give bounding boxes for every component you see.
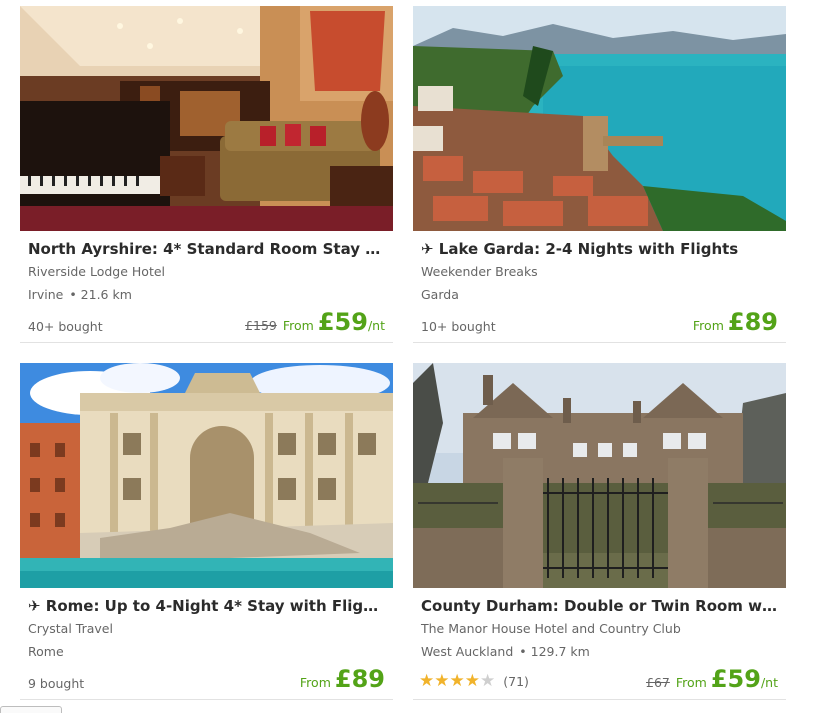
star-icon: ★: [449, 671, 465, 691]
deal-location: West Auckland • 129.7 km: [421, 644, 590, 659]
deal-card-north-ayrshire[interactable]: North Ayrshire: 4* Standard Room Stay wi…: [20, 6, 393, 343]
bought-count: 9 bought: [28, 676, 85, 691]
deal-title[interactable]: ✈ Rome: Up to 4-Night 4* Stay with Fligh…: [28, 597, 388, 615]
deal-merchant: The Manor House Hotel and Country Club: [421, 621, 681, 636]
location-name: Garda: [421, 287, 459, 302]
price-amount: £89: [727, 308, 778, 336]
deal-image-manor-house[interactable]: [413, 363, 786, 588]
deal-image-trevi-fountain[interactable]: [20, 363, 393, 588]
star-icon: ★: [464, 671, 480, 691]
deal-merchant: Weekender Breaks: [421, 264, 538, 279]
deal-image-lake-garda[interactable]: [413, 6, 786, 231]
location-name: Irvine: [28, 287, 64, 302]
per-night-label: /nt: [367, 318, 385, 333]
star-rating: ★ ★ ★ ★ ★ (71): [419, 673, 529, 690]
deal-card-lake-garda[interactable]: ✈ Lake Garda: 2-4 Nights with Flights We…: [413, 6, 786, 343]
deal-price: £67 From £59 /nt: [646, 665, 778, 693]
deal-merchant: Crystal Travel: [28, 621, 113, 636]
price-amount: £59: [317, 308, 368, 336]
from-label: From: [692, 318, 724, 333]
bought-count: 40+ bought: [28, 319, 103, 334]
deal-location: Rome: [28, 644, 64, 659]
deal-card-county-durham[interactable]: County Durham: Double or Twin Room with …: [413, 363, 786, 700]
original-price: £67: [646, 675, 670, 690]
deal-location: Irvine • 21.6 km: [28, 287, 132, 302]
star-empty-icon: ★: [480, 671, 496, 691]
from-label: From: [675, 675, 707, 690]
deal-price: From £89: [693, 308, 778, 336]
deal-image-hotel-lounge[interactable]: [20, 6, 393, 231]
star-icon: ★: [419, 671, 435, 691]
price-amount: £89: [334, 665, 385, 693]
location-distance: • 21.6 km: [69, 287, 132, 302]
from-label: From: [299, 675, 331, 690]
deal-title[interactable]: ✈ Lake Garda: 2-4 Nights with Flights: [421, 240, 781, 258]
deal-location: Garda: [421, 287, 459, 302]
review-count[interactable]: (71): [503, 674, 529, 689]
star-icon: ★: [434, 671, 450, 691]
deal-title[interactable]: County Durham: Double or Twin Room with …: [421, 597, 781, 615]
deal-merchant: Riverside Lodge Hotel: [28, 264, 166, 279]
from-label: From: [282, 318, 314, 333]
deal-title[interactable]: North Ayrshire: 4* Standard Room Stay wi…: [28, 240, 388, 258]
deal-card-rome[interactable]: ✈ Rome: Up to 4-Night 4* Stay with Fligh…: [20, 363, 393, 700]
bought-count: 10+ bought: [421, 319, 496, 334]
location-name: Rome: [28, 644, 64, 659]
price-amount: £59: [710, 665, 761, 693]
deal-price: From £89: [300, 665, 385, 693]
location-distance: • 129.7 km: [519, 644, 590, 659]
location-name: West Auckland: [421, 644, 514, 659]
original-price: £159: [245, 318, 277, 333]
deal-price: £159 From £59 /nt: [245, 308, 385, 336]
partial-button-bottom[interactable]: [0, 706, 62, 713]
per-night-label: /nt: [760, 675, 778, 690]
